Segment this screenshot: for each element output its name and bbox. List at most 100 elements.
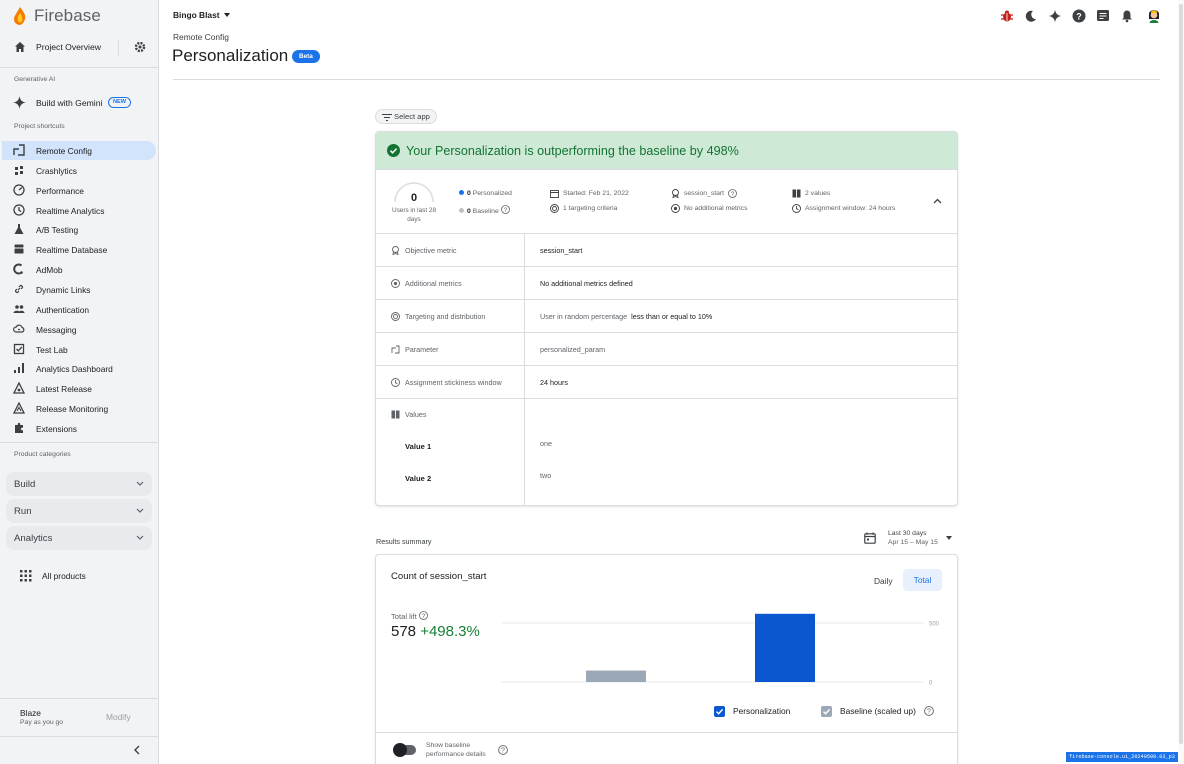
row-label: Additional metrics [405,279,462,288]
window-label: Assignment window: 24 hours [805,205,896,212]
toggle-knob[interactable] [393,743,407,757]
legend-personalization[interactable]: Personalization [714,705,790,717]
help-icon[interactable]: ? [728,189,737,198]
category-label: Run [14,506,32,517]
divider [0,736,159,737]
users-count: 0 [410,192,418,204]
sidebar-item-dynamic-links[interactable]: Dynamic Links [2,280,156,299]
bar-baseline-scaled-up-[interactable] [586,670,646,682]
breadcrumb[interactable]: Remote Config [173,32,229,42]
sidebar-item-release-monitoring[interactable]: Release Monitoring [2,399,156,418]
sidebar-item-realtime-analytics[interactable]: Realtime Analytics [2,201,156,220]
value-name: Value 2 [405,474,432,483]
build-with-gemini-link[interactable]: Build with Gemini NEW [0,95,159,111]
sidebar-item-messaging[interactable]: Messaging [2,320,156,339]
svg-text:?: ? [927,709,931,716]
gemini-icon [13,96,26,109]
sidebar-item-a-b-testing[interactable]: A/B Testing [2,220,156,239]
sidebar-item-latest-release[interactable]: Latest Release [2,379,156,398]
help-icon[interactable]: ? [1072,9,1086,23]
help-icon[interactable]: ? [500,205,510,214]
sidebar-item-analytics-dashboard[interactable]: Analytics Dashboard [2,359,156,378]
personalized-label: Personalized [472,190,512,197]
calendar-icon[interactable] [864,532,876,544]
help-icon[interactable]: ? [498,745,508,755]
build-version-tag: firebase-console.ui_20240509.03_p3 [1066,752,1178,762]
sidebar-item-label: Crashlytics [36,165,77,176]
section-label-shortcuts: Project shortcuts [14,123,65,130]
sidebar-item-extensions[interactable]: Extensions [2,419,156,438]
dark-mode-icon[interactable] [1024,9,1038,23]
scrollbar-thumb[interactable] [1179,4,1183,744]
select-app-button[interactable]: Select app [375,109,437,124]
sidebar-item-test-lab[interactable]: Test Lab [2,340,156,359]
detail-row-objective: Objective metric session_start [376,234,957,267]
home-icon[interactable] [13,40,27,54]
objective-icon [392,246,399,255]
project-selector[interactable]: Bingo Blast [173,10,230,20]
row-label: Targeting and distribution [405,312,486,321]
collapse-sidebar-icon[interactable] [133,745,141,755]
sidebar-item-crashlytics[interactable]: Crashlytics [2,161,156,180]
checkbox[interactable] [714,705,725,717]
billing-plan: Blaze Pay as you go [20,708,63,726]
divider [0,442,159,443]
sidebar-item-authentication[interactable]: Authentication [2,300,156,319]
sidebar-item-realtime-database[interactable]: Realtime Database [2,240,156,259]
detail-row-targeting: Targeting and distribution User in rando… [376,300,957,333]
gemini-icon[interactable] [1048,9,1062,23]
metric-label: session_start [684,190,725,197]
sidebar-item-label: Realtime Analytics [36,205,105,216]
sidebar-item-performance[interactable]: Performance [2,181,156,200]
category-build[interactable]: Build [6,472,152,496]
bug-icon[interactable] [1000,9,1014,23]
section-label-generative-ai: Generative AI [14,76,56,83]
sidebar-item-label: AdMob [36,265,63,276]
filter-icon [382,114,392,121]
date-range-selector[interactable]: Last 30 days Apr 15 – May 15 [888,529,938,547]
checkbox[interactable] [821,705,832,717]
users-gauge: 0 Users in last 28 days [391,180,437,228]
legend-dot [459,208,464,213]
toggle-label-line: performance details [426,751,486,758]
all-products-label: All products [42,571,86,581]
category-run[interactable]: Run [6,499,152,523]
parameter-icon [391,345,400,354]
section-label-categories: Product categories [14,451,71,458]
notifications-icon[interactable] [1120,9,1134,23]
targeting-summary: 1 targeting criteria [550,204,617,213]
bar-personalization[interactable] [755,613,815,682]
gear-icon[interactable] [133,40,147,54]
sidebar-item-admob[interactable]: AdMob [2,260,156,279]
values-label: Values [405,410,427,419]
personalized-number: 0 [467,190,471,197]
target-icon [550,204,559,213]
toggle-label-line: Show baseline [426,742,471,749]
banner-text: Your Personalization is outperforming th… [406,144,739,158]
avatar[interactable] [1146,7,1162,23]
link-icon [14,284,24,294]
firebase-logo[interactable]: Firebase [14,6,101,26]
project-overview-link[interactable]: Project Overview [36,42,101,52]
select-app-label: Select app [394,112,430,121]
sidebar-item-remote-config[interactable]: Remote Config [2,141,156,160]
modify-plan-button[interactable]: Modify [106,712,131,722]
sidebar-item-label: Release Monitoring [36,404,109,415]
chevron-up-icon[interactable] [933,198,942,204]
chevron-down-icon [136,508,144,513]
release-monitor-icon [13,402,25,414]
legend-baseline[interactable]: Baseline (scaled up) ? [821,705,934,717]
show-baseline-toggle[interactable] [393,743,416,757]
chevron-down-icon [136,481,144,486]
stats-summary: 0 Users in last 28 days 0 Personalized 0… [376,169,957,234]
feedback-icon[interactable] [1096,9,1110,23]
help-icon[interactable]: ? [924,706,934,716]
scrollbar[interactable] [1178,0,1184,764]
row-value: session_start [540,246,583,255]
sidebar: Firebase Project Overview Generative AI … [0,0,159,764]
baseline-label: Baseline [472,208,499,215]
category-analytics[interactable]: Analytics [6,526,152,550]
divider [118,40,119,56]
additional-metrics-icon [671,204,680,213]
dropdown-arrow-icon[interactable] [946,536,952,540]
